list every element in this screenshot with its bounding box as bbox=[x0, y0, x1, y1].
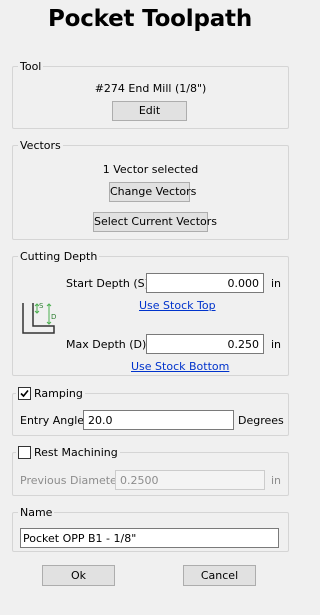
start-depth-label: Start Depth (S) bbox=[66, 277, 149, 290]
diagram-d-label: D bbox=[51, 313, 57, 321]
max-depth-input[interactable] bbox=[146, 334, 264, 354]
max-depth-label: Max Depth (D) bbox=[66, 338, 147, 351]
select-current-vectors-button[interactable]: Select Current Vectors bbox=[93, 212, 217, 232]
checkmark-icon bbox=[20, 389, 29, 398]
start-depth-input[interactable] bbox=[146, 273, 264, 293]
depth-diagram-icon: S D bbox=[21, 301, 57, 337]
vectors-status: 1 Vector selected bbox=[102, 163, 199, 176]
start-depth-unit: in bbox=[271, 277, 282, 290]
ramping-group: Ramping Entry Angle Degrees bbox=[12, 387, 289, 436]
use-stock-bottom-link[interactable]: Use Stock Bottom bbox=[131, 360, 229, 373]
vectors-group: Vectors 1 Vector selected Change Vectors… bbox=[12, 139, 289, 240]
previous-diameter-unit: in bbox=[271, 474, 282, 487]
rest-machining-legend: Rest Machining bbox=[16, 446, 120, 459]
max-depth-unit: in bbox=[271, 338, 282, 351]
previous-diameter-label: Previous Diameter bbox=[20, 474, 122, 487]
page-title: Pocket Toolpath bbox=[47, 6, 253, 32]
toolpath-name-input[interactable] bbox=[20, 528, 279, 548]
ramping-checkbox[interactable] bbox=[18, 387, 31, 400]
vectors-legend: Vectors bbox=[18, 139, 63, 152]
ok-button[interactable]: Ok bbox=[42, 565, 115, 586]
entry-angle-input[interactable] bbox=[83, 410, 234, 430]
tool-legend: Tool bbox=[18, 60, 44, 73]
tool-group: Tool #274 End Mill (1/8") Edit bbox=[12, 60, 289, 129]
edit-tool-button[interactable]: Edit bbox=[112, 101, 187, 121]
use-stock-top-link[interactable]: Use Stock Top bbox=[139, 299, 216, 312]
rest-machining-group: Rest Machining Previous Diameter in bbox=[12, 446, 289, 496]
cutting-depth-legend: Cutting Depth bbox=[18, 250, 100, 263]
ramping-legend: Ramping bbox=[16, 387, 85, 400]
entry-angle-unit: Degrees bbox=[238, 414, 284, 427]
cutting-depth-group: Cutting Depth Start Depth (S) in Use Sto… bbox=[12, 250, 289, 376]
rest-machining-label: Rest Machining bbox=[34, 446, 118, 459]
cancel-button[interactable]: Cancel bbox=[183, 565, 256, 586]
name-group: Name bbox=[12, 506, 289, 552]
change-vectors-button[interactable]: Change Vectors bbox=[109, 182, 196, 202]
entry-angle-label: Entry Angle bbox=[20, 414, 85, 427]
tool-name: #274 End Mill (1/8") bbox=[94, 82, 207, 95]
rest-machining-checkbox[interactable] bbox=[18, 446, 31, 459]
ramping-label: Ramping bbox=[34, 387, 83, 400]
name-legend: Name bbox=[18, 506, 55, 519]
previous-diameter-input[interactable] bbox=[115, 470, 265, 490]
diagram-s-label: S bbox=[39, 302, 44, 310]
